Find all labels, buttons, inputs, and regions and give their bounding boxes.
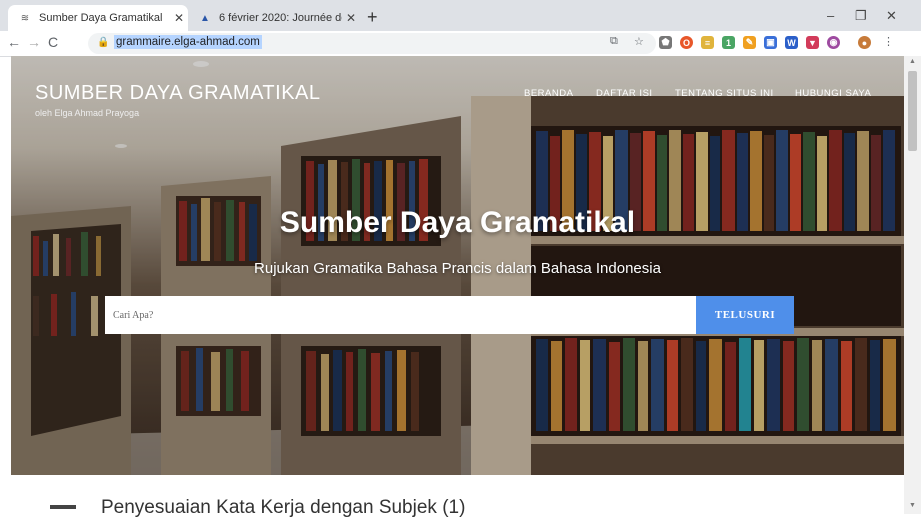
screen-extension-icon[interactable]: ▣ — [764, 36, 777, 49]
restore-icon[interactable]: ❐ — [855, 8, 867, 24]
menu-dots-icon[interactable]: ⋮ — [883, 35, 894, 48]
site-author: oleh Elga Ahmad Prayoga — [35, 108, 140, 118]
notes-extension-icon[interactable]: ≡ — [701, 36, 714, 49]
tab-sumber-daya[interactable]: ≋ Sumber Daya Gramatikal ✕ — [8, 5, 188, 31]
hero-section: SUMBER DAYA GRAMATIKAL oleh Elga Ahmad P… — [11, 56, 904, 475]
extension-icon[interactable]: ⬟ — [659, 36, 672, 49]
hero-heading: Sumber Daya Gramatikal — [279, 206, 636, 239]
close-tab-icon[interactable]: ✕ — [342, 11, 360, 25]
brush-extension-icon[interactable]: ✎ — [743, 36, 756, 49]
hero-tagline: Rujukan Gramatika Bahasa Prancis dalam B… — [254, 260, 661, 277]
tab-title: Sumber Daya Gramatikal — [39, 12, 163, 24]
site-favicon-icon: ▲ — [200, 12, 210, 24]
circle-extension-icon[interactable]: ◉ — [827, 36, 840, 49]
scroll-up-icon[interactable]: ▲ — [909, 58, 916, 65]
reload-icon[interactable]: C — [48, 34, 58, 50]
opera-extension-icon[interactable]: O — [680, 36, 693, 49]
w-extension-icon[interactable]: W — [785, 36, 798, 49]
profile-avatar-icon[interactable]: ● — [858, 36, 871, 49]
forward-icon[interactable]: → — [27, 34, 41, 50]
nav-tentang-situs[interactable]: TENTANG SITUS INI — [675, 88, 774, 99]
page-scrollbar[interactable]: ▲ ▼ — [904, 56, 921, 514]
tab-journee[interactable]: ▲ 6 février 2020: Journée doctorale ✕ — [188, 5, 360, 31]
translate-icon[interactable]: ⧉ — [610, 35, 618, 48]
url-text[interactable]: grammaire.elga-ahmad.com — [114, 35, 262, 49]
site-title[interactable]: SUMBER DAYA GRAMATIKAL — [35, 82, 321, 105]
browser-tab-strip: ≋ Sumber Daya Gramatikal ✕ ▲ 6 février 2… — [0, 0, 921, 31]
grid-extension-icon[interactable]: 1 — [722, 36, 735, 49]
scrollbar-thumb[interactable] — [908, 71, 917, 151]
search-button[interactable]: TELUSURI — [696, 296, 794, 334]
post-title[interactable]: Penyesuaian Kata Kerja dengan Subjek (1) — [101, 497, 465, 519]
nav-beranda[interactable]: BERANDA — [524, 88, 573, 99]
post-marker-icon — [50, 505, 76, 509]
search-input[interactable] — [105, 296, 696, 334]
address-bar[interactable]: 🔒 grammaire.elga-ahmad.com — [88, 33, 656, 54]
pocket-extension-icon[interactable]: ▼ — [806, 36, 819, 49]
close-window-icon[interactable]: ✕ — [886, 8, 897, 24]
bookmark-star-icon[interactable]: ☆ — [634, 35, 644, 48]
tab-title: 6 février 2020: Journée doctorale — [219, 12, 342, 24]
browser-toolbar: ← → C 🔒 grammaire.elga-ahmad.com ⧉ ☆ ⬟ O… — [0, 31, 921, 57]
back-icon[interactable]: ← — [7, 34, 21, 50]
nav-hubungi-saya[interactable]: HUBUNGI SAYA — [795, 88, 871, 99]
close-tab-icon[interactable]: ✕ — [170, 11, 188, 25]
minimize-icon[interactable]: – — [827, 8, 834, 23]
lock-icon: 🔒 — [97, 37, 110, 48]
scroll-down-icon[interactable]: ▼ — [909, 502, 916, 509]
site-favicon-icon: ≋ — [20, 12, 30, 24]
new-tab-icon[interactable]: + — [367, 7, 378, 28]
nav-daftar-isi[interactable]: DAFTAR ISI — [596, 88, 653, 99]
